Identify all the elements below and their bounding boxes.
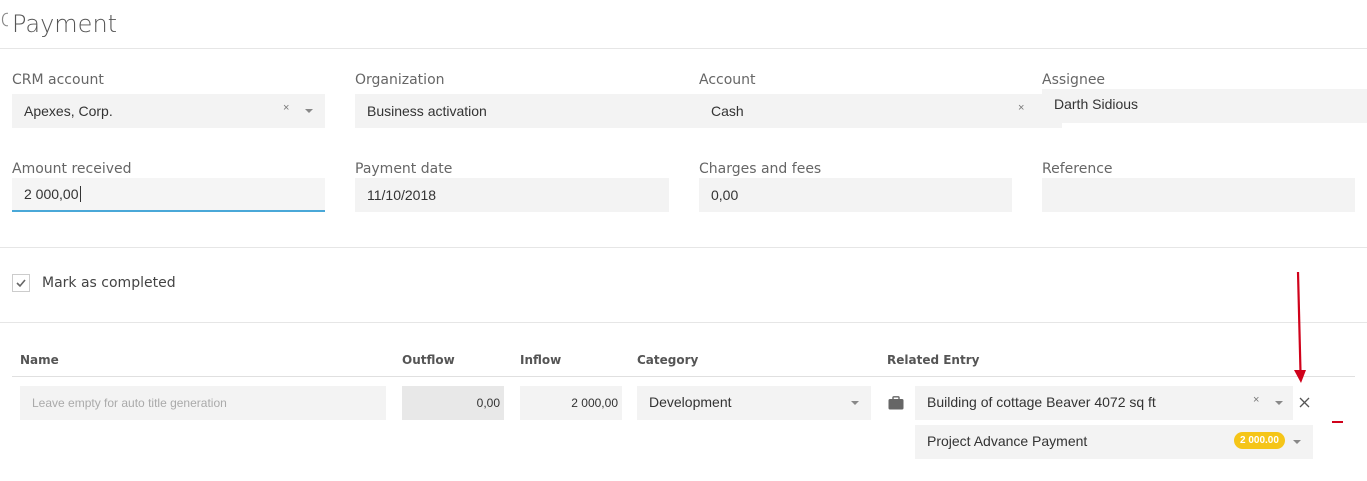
amount-badge: 2 000.00 — [1234, 432, 1285, 449]
page-title: Payment — [12, 10, 118, 38]
sub-entry-value: Project Advance Payment — [927, 433, 1088, 449]
divider — [0, 247, 1367, 248]
col-related-header: Related Entry — [887, 353, 980, 367]
chevron-down-icon[interactable] — [851, 401, 859, 405]
reference-label: Reference — [1042, 161, 1113, 177]
chevron-down-icon[interactable] — [305, 109, 313, 113]
completed-label: Mark as completed — [42, 275, 176, 291]
sub-entry-select[interactable]: Project Advance Payment 2 000.00 — [915, 425, 1313, 459]
crm-account-value: Apexes, Corp. — [24, 103, 113, 119]
table-header-divider — [12, 376, 1355, 377]
back-icon[interactable]: o — [0, 4, 8, 32]
row-outflow-value: 0,00 — [476, 396, 500, 410]
text-cursor — [79, 186, 81, 202]
page-title-wrap: oPayment — [0, 4, 117, 38]
related-entry-select[interactable]: Building of cottage Beaver 4072 sq ft × — [915, 386, 1293, 420]
row-name-placeholder: Leave empty for auto title generation — [32, 396, 227, 410]
assignee-label: Assignee — [1042, 72, 1106, 88]
payment-date-input[interactable]: 11/10/2018 — [355, 178, 669, 212]
row-category-value: Development — [649, 394, 732, 410]
row-outflow-input[interactable]: 0,00 — [402, 386, 504, 420]
clear-icon[interactable]: × — [1018, 102, 1024, 114]
chevron-down-icon[interactable] — [1293, 440, 1301, 444]
organization-value: Business activation — [367, 103, 487, 119]
briefcase-icon — [888, 396, 904, 410]
col-outflow-header: Outflow — [402, 353, 455, 367]
close-icon[interactable] — [1299, 397, 1310, 408]
payment-date-label: Payment date — [355, 161, 453, 177]
crm-account-select[interactable]: Apexes, Corp. × — [12, 94, 325, 128]
account-select[interactable]: Cash × — [699, 94, 1062, 128]
check-icon — [16, 279, 26, 288]
charges-fees-input[interactable]: 0,00 — [699, 178, 1012, 212]
completed-checkbox[interactable] — [12, 274, 30, 292]
clear-icon[interactable]: × — [283, 102, 289, 114]
reference-input[interactable] — [1042, 178, 1355, 212]
row-category-select[interactable]: Development — [637, 386, 871, 420]
amount-received-value: 2 000,00 — [24, 186, 79, 202]
organization-select[interactable]: Business activation — [355, 94, 700, 128]
remove-row-icon[interactable] — [1332, 421, 1343, 423]
divider — [0, 322, 1367, 323]
divider — [0, 48, 1367, 49]
organization-label: Organization — [355, 72, 445, 88]
assignee-select[interactable]: Darth Sidious — [1042, 89, 1367, 123]
col-category-header: Category — [637, 353, 699, 367]
amount-received-label: Amount received — [12, 161, 132, 177]
account-label: Account — [699, 72, 756, 88]
assignee-value: Darth Sidious — [1054, 96, 1139, 112]
col-name-header: Name — [20, 353, 59, 367]
charges-fees-value: 0,00 — [711, 187, 739, 203]
clear-icon[interactable]: × — [1253, 394, 1259, 406]
payment-date-value: 11/10/2018 — [367, 187, 437, 203]
related-entry-value: Building of cottage Beaver 4072 sq ft — [927, 394, 1156, 410]
annotation-arrow-icon — [1294, 272, 1306, 383]
row-name-input[interactable]: Leave empty for auto title generation — [20, 386, 386, 420]
charges-fees-label: Charges and fees — [699, 161, 822, 177]
account-value: Cash — [711, 103, 744, 119]
amount-received-input[interactable]: 2 000,00 — [12, 178, 325, 212]
row-inflow-value: 2 000,00 — [571, 396, 618, 410]
crm-account-label: CRM account — [12, 72, 104, 88]
col-inflow-header: Inflow — [520, 353, 562, 367]
chevron-down-icon[interactable] — [1275, 401, 1283, 405]
row-inflow-input[interactable]: 2 000,00 — [520, 386, 622, 420]
